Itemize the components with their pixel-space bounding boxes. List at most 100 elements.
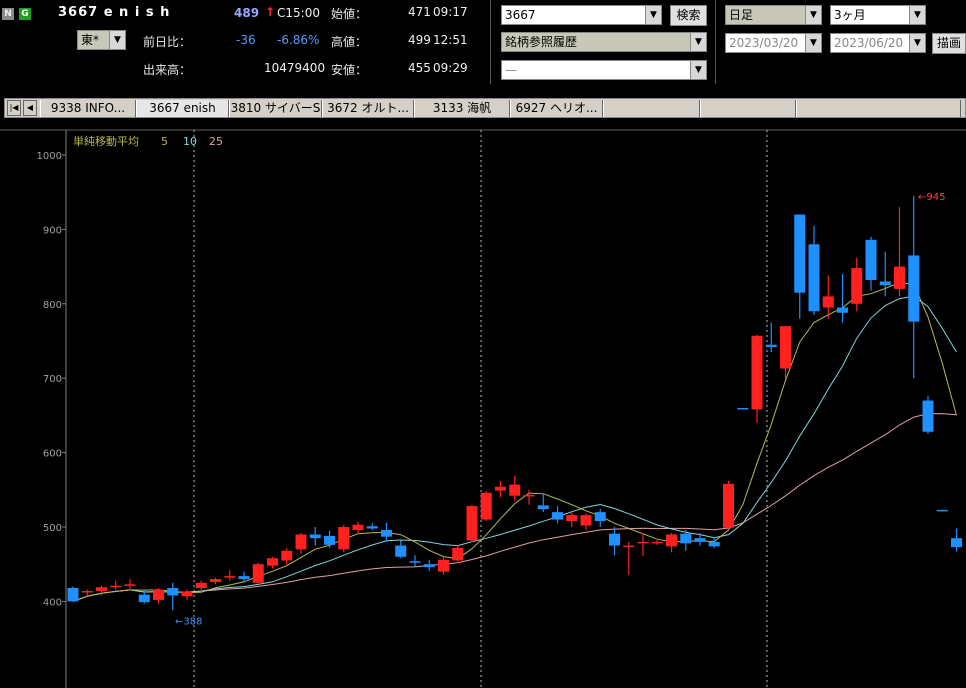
low-time: 09:29 [433,61,468,75]
candle-body [723,483,734,528]
candle-body [195,582,207,589]
candle-body [438,559,449,572]
candle-body [951,538,962,548]
high-annotation: ←945 [918,192,945,203]
third-combo[interactable]: — ▼ [501,60,707,80]
candle-body [409,561,421,563]
tab-3810[interactable]: 3810 サイバーS [229,100,322,117]
g-badge: G [19,8,31,20]
chevron-down-icon[interactable]: ▼ [909,6,925,24]
start-date-field[interactable]: 2023/03/20 ▼ [725,33,822,53]
candle-body [865,239,877,280]
candle-body [637,541,649,544]
legend-ma5: 5 [161,135,168,148]
candle-body [110,585,122,588]
history-combo[interactable]: 銘柄参照履歴 ▼ [501,32,707,52]
high-value: 499 [408,33,431,47]
candle-body [523,495,535,497]
tab-6927[interactable]: 6927 ヘリオ... [510,100,603,117]
interval-select[interactable]: 日足 ▼ [725,5,822,25]
price-time: C15:00 [277,6,320,20]
volume-label: 出来高： [143,63,192,77]
candle-body [67,588,79,602]
candlestick-chart[interactable]: 400 500 600 700 800 900 1000 ←945 ←388 単純移動平均 5… [0,128,966,688]
candle-body [552,512,563,520]
candle-body [381,529,392,537]
candle-body [737,407,749,410]
first-icon[interactable]: |◀ [7,100,21,116]
y-tick-label: 600 [43,449,62,460]
candle-body [352,524,364,530]
candle-body [167,588,179,596]
candle-body [395,545,407,557]
symbol-tab-bar: |◀ ◀ 9338 INFO... 3667 enish 3810 サイバーS … [4,98,966,118]
tab-empty-1[interactable] [603,100,700,117]
symbol-title: 3667 e n i s h [58,5,171,20]
header-divider-2 [715,0,716,84]
third-value: — [505,63,517,77]
change-label: 前日比： [143,35,192,49]
tab-empty-2[interactable] [700,100,796,117]
candle-body [238,576,250,580]
header-divider [490,0,491,84]
candle-body [495,486,506,491]
change-value: -36 [236,33,256,47]
history-value: 銘柄参照履歴 [505,35,578,49]
symbol-code-combo[interactable]: 3667 ▼ [501,5,662,25]
search-button[interactable]: 検索 [670,5,707,26]
prev-icon[interactable]: ◀ [23,100,37,116]
candle-body [908,255,920,322]
candle-body [338,527,350,550]
candle-body [267,558,278,566]
high-time: 12:51 [433,33,468,47]
span-select[interactable]: 3ヶ月 ▼ [830,5,926,25]
chevron-down-icon[interactable]: ▼ [690,33,706,51]
chevron-down-icon[interactable]: ▼ [109,31,125,49]
tab-3672[interactable]: 3672 オルト... [322,100,414,117]
candle-body [765,344,777,347]
chevron-down-icon[interactable]: ▼ [645,6,661,24]
candle-body [879,281,891,286]
chevron-down-icon[interactable]: ▼ [690,61,706,79]
current-price: 489 [234,6,260,20]
tab-empty-3[interactable] [796,100,961,117]
candle-body [794,214,806,293]
candle-body [837,307,848,313]
candle-body [708,541,720,547]
candle-body [780,326,791,369]
y-tick-label: 800 [43,300,62,311]
tab-9338[interactable]: 9338 INFO... [40,100,136,117]
candle-body [666,534,677,547]
candle-body [181,591,193,597]
candle-body [153,589,164,600]
open-time: 09:17 [433,5,468,19]
candle-body [480,492,492,520]
candle-body [138,594,150,603]
y-tick-label: 400 [43,597,62,608]
market-select[interactable]: 東* ▼ [77,30,126,50]
candle-body [281,550,293,561]
end-date-field[interactable]: 2023/06/20 ▼ [830,33,926,53]
legend-ma25: 25 [209,135,223,148]
price-up-arrow-icon: ↑ [265,5,276,19]
chevron-down-icon[interactable]: ▼ [909,34,925,52]
symbol-code-value: 3667 [505,8,536,22]
legend-ma10: 10 [183,135,197,148]
chevron-down-icon[interactable]: ▼ [805,34,821,52]
market-value: 東* [81,33,100,47]
chevron-down-icon[interactable]: ▼ [805,6,821,24]
volume-value: 10479400 [264,61,326,75]
candle-body [651,541,663,544]
low-annotation: ←388 [175,616,202,627]
candle-body [452,547,464,561]
candle-body [808,244,820,312]
candle-body [623,545,635,548]
candle-body [309,534,321,539]
tab-3133[interactable]: 3133 海帆 [414,100,510,117]
candle-body [466,506,478,541]
candle-body [537,505,549,510]
tab-3667[interactable]: 3667 enish [136,100,229,117]
low-value: 455 [408,61,431,75]
draw-button[interactable]: 描画 [932,33,966,54]
y-tick-label: 1000 [37,151,62,162]
